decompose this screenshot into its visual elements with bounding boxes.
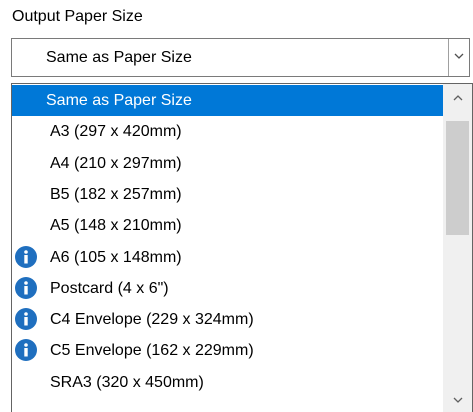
chevron-down-icon xyxy=(453,397,463,403)
list-item[interactable]: A3 (297 x 420mm) xyxy=(12,116,444,147)
scroll-up-button[interactable] xyxy=(443,84,472,111)
list-item-label: B5 (182 x 257mm) xyxy=(50,185,182,203)
combobox-dropdown-button[interactable] xyxy=(448,39,469,76)
info-icon xyxy=(15,276,37,299)
list-item-label: A5 (148 x 210mm) xyxy=(50,217,182,235)
list-item-label: A6 (105 x 148mm) xyxy=(50,248,182,266)
list-item[interactable]: SRA3 (320 x 450mm) xyxy=(12,367,444,398)
list-item-label: Postcard (4 x 6") xyxy=(50,279,169,297)
paper-size-dropdown-list[interactable]: Same as Paper Size A3 (297 x 420mm) A4 (21… xyxy=(11,83,473,412)
list-item-label: Same as Paper Size xyxy=(46,92,192,109)
list-item[interactable]: A4 (210 x 297mm) xyxy=(12,148,444,179)
chevron-up-icon xyxy=(453,95,463,101)
output-paper-size-label: Output Paper Size xyxy=(12,8,143,25)
list-item-label: A3 (297 x 420mm) xyxy=(50,123,182,141)
list-item-label: C5 Envelope (162 x 229mm) xyxy=(50,342,254,360)
chevron-down-icon xyxy=(454,53,464,59)
info-icon xyxy=(15,339,37,362)
list-item[interactable]: C4 Envelope (229 x 324mm) xyxy=(12,304,444,335)
list-item-label: SRA3 (320 x 450mm) xyxy=(50,373,204,391)
scroll-down-button[interactable] xyxy=(443,386,472,412)
combobox-selected-value: Same as Paper Size xyxy=(46,49,192,66)
scroll-thumb[interactable] xyxy=(446,121,469,235)
list-item[interactable]: Same as Paper Size xyxy=(12,85,444,116)
list-item[interactable]: C5 Envelope (162 x 229mm) xyxy=(12,335,444,366)
dropdown-scrollbar[interactable] xyxy=(443,84,472,412)
list-item-label: A4 (210 x 297mm) xyxy=(50,154,182,172)
list-item[interactable]: A5 (148 x 210mm) xyxy=(12,210,444,241)
list-item[interactable]: A6 (105 x 148mm) xyxy=(12,242,444,273)
list-item[interactable]: Postcard (4 x 6") xyxy=(12,273,444,304)
info-icon xyxy=(15,308,37,331)
output-paper-size-combobox[interactable]: Same as Paper Size xyxy=(11,38,470,77)
list-item[interactable]: B5 (182 x 257mm) xyxy=(12,179,444,210)
list-item-label: C4 Envelope (229 x 324mm) xyxy=(50,311,254,329)
info-icon xyxy=(15,245,37,268)
